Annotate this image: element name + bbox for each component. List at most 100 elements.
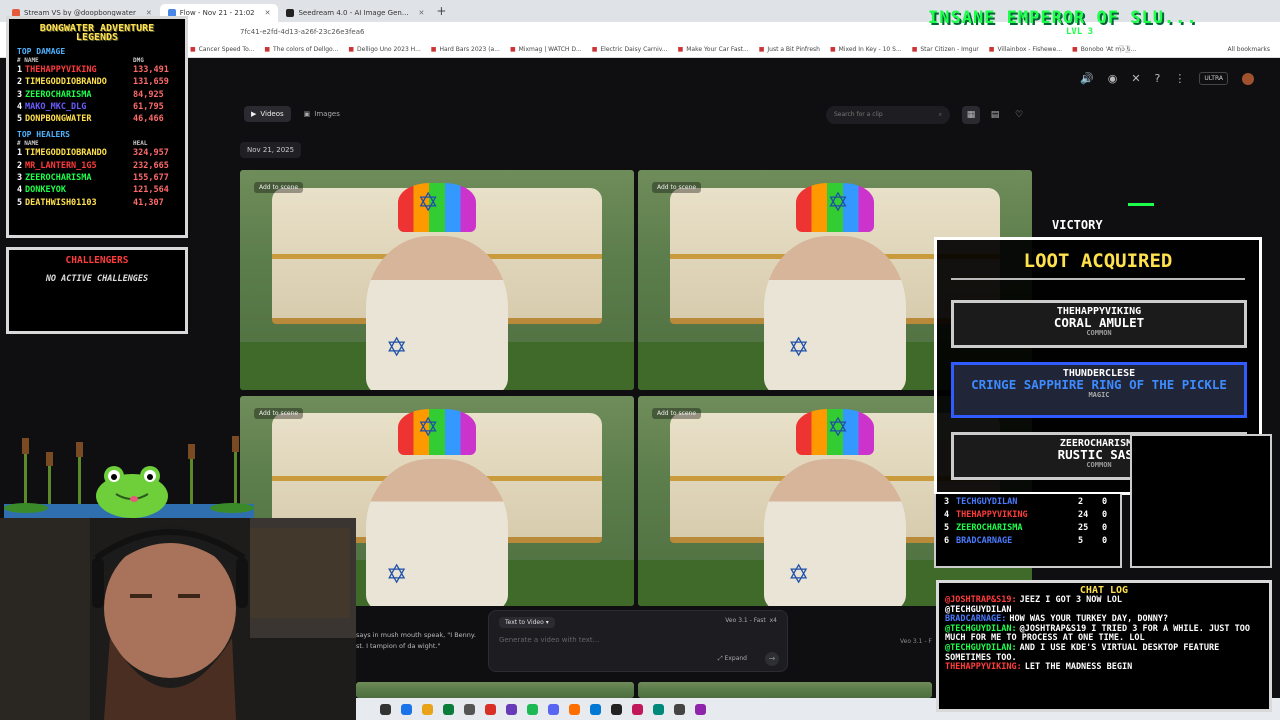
chat-text: LET THE MADNESS BEGIN: [1024, 662, 1133, 673]
tab-label: Seedream 4.0 - AI Image Gen...: [298, 8, 409, 17]
column-header: DMG: [133, 57, 144, 64]
app-icon[interactable]: [590, 703, 601, 715]
bookmark-item[interactable]: The colors of Dellgo...: [264, 46, 338, 53]
score-row: 5 ZEEROCHARISMA 25 0: [936, 522, 1120, 535]
add-to-scene-button[interactable]: Add to scene: [254, 408, 304, 419]
more-icon[interactable]: ⋮: [1174, 72, 1185, 85]
app-icon[interactable]: [443, 703, 454, 715]
video-thumbnail: [356, 682, 634, 698]
prompt-input[interactable]: Generate a video with text...: [499, 636, 599, 644]
all-bookmarks-button[interactable]: All bookmarks: [1227, 46, 1270, 53]
row-rank: 4: [17, 101, 23, 112]
star-icon: ✡: [787, 332, 810, 363]
bookmark-item[interactable]: Just a Bit Pinfresh: [759, 46, 820, 53]
tab-label: Flow - Nov 21 - 21:02: [179, 8, 255, 17]
bookmark-item[interactable]: Mixmag | WATCH D...: [510, 46, 582, 53]
favorites-button[interactable]: ♡: [1010, 106, 1028, 124]
loot-rarity: MAGIC: [1088, 391, 1110, 399]
score-row: 6 BRADCARNAGE 5 0: [936, 535, 1120, 548]
app-icon[interactable]: [506, 703, 517, 715]
loot-item: THUNDERCLESE CRINGE SAPPHIRE RING OF THE…: [951, 362, 1247, 418]
score-name: THEHAPPYVIKING: [956, 510, 1028, 520]
video-card[interactable]: [638, 682, 932, 698]
chevron-down-icon: ▾: [545, 619, 549, 626]
app-icon[interactable]: [611, 703, 622, 715]
volume-icon[interactable]: 🔊: [1080, 72, 1094, 85]
start-icon[interactable]: [380, 703, 391, 715]
score-rank: 6: [944, 536, 950, 546]
leaderboard-row: 1 THEHAPPYVIKING 133,491: [9, 64, 185, 76]
prompt-box[interactable]: Text to Video ▾ Veo 3.1 - Fast x4 Genera…: [488, 610, 788, 672]
avatar[interactable]: [1242, 72, 1254, 85]
app-icon[interactable]: [695, 703, 706, 715]
app-icon[interactable]: [464, 703, 475, 715]
column-header: HEAL: [133, 140, 148, 148]
browser-tab[interactable]: Seedream 4.0 - AI Image Gen... ✕: [278, 4, 432, 22]
mode-dropdown[interactable]: Text to Video ▾: [499, 617, 555, 628]
leaderboard-panel: BONGWATER ADVENTURE LEGENDS TOP DAMAGE # …: [6, 16, 188, 238]
bookmark-item[interactable]: Delligo Uno 2023 H...: [348, 46, 421, 53]
video-card[interactable]: ✡ ✡ Add to scene: [240, 170, 634, 390]
health-bar: [1128, 203, 1154, 206]
row-name: DEATHWISH01103: [25, 197, 97, 208]
app-icon[interactable]: [422, 703, 433, 715]
image-icon: ▣: [303, 110, 311, 118]
new-tab-button[interactable]: +: [436, 4, 446, 18]
row-rank: 3: [17, 89, 23, 100]
chat-username: @TECHGUYDILAN:: [945, 623, 1017, 634]
bookmark-item[interactable]: Hard Bars 2023 (a...: [431, 46, 499, 53]
discord-icon[interactable]: ◉: [1108, 72, 1118, 85]
game-level: LVL 3: [1066, 27, 1094, 37]
chat-username: @TECHGUYDILAN: [945, 604, 1012, 615]
prompt-caption: says in mush mouth speak, "I Benny. st. …: [356, 630, 476, 652]
leaderboard-row: 3 ZEEROCHARISMA 155,677: [9, 172, 185, 184]
app-icon[interactable]: [632, 703, 643, 715]
chat-message: @TECHGUYDILAN: AND I USE KDE'S VIRTUAL DE…: [939, 643, 1269, 663]
app-icon[interactable]: [527, 703, 538, 715]
model-label: Veo 3.1 - Fast: [725, 617, 766, 624]
grid-view-button[interactable]: ▦: [962, 106, 980, 124]
help-icon[interactable]: ?: [1155, 72, 1161, 85]
app-icon[interactable]: [653, 703, 664, 715]
close-icon[interactable]: ✕: [419, 9, 425, 17]
add-to-scene-button[interactable]: Add to scene: [652, 408, 702, 419]
model-label: Veo 3.1 - F: [900, 638, 932, 645]
model-selector[interactable]: Veo 3.1 - Fast x4: [725, 617, 777, 624]
row-rank: 1: [17, 148, 23, 159]
row-value: 41,307: [133, 197, 164, 208]
tab-videos[interactable]: ▶ Videos: [244, 106, 291, 122]
video-icon: ▶: [251, 110, 257, 118]
list-view-button[interactable]: ▤: [986, 106, 1004, 124]
chat-username: BRADCARNAGE:: [945, 614, 1007, 625]
tab-images[interactable]: ▣ Images: [297, 106, 347, 122]
column-header: # NAME: [17, 57, 39, 64]
loot-name: CRINGE SAPPHIRE RING OF THE PICKLE: [971, 377, 1227, 392]
bookmark-item[interactable]: Make Your Car Fast...: [678, 46, 748, 53]
add-to-scene-button[interactable]: Add to scene: [652, 182, 702, 193]
bookmark-item[interactable]: Star Citizen - Imgur: [912, 46, 978, 53]
add-to-scene-button[interactable]: Add to scene: [254, 182, 304, 193]
video-card[interactable]: [356, 682, 634, 698]
loot-name: CORAL AMULET: [1053, 315, 1145, 330]
app-icon[interactable]: [548, 703, 559, 715]
bookmark-item[interactable]: Electric Daisy Carniv...: [592, 46, 667, 53]
star-icon: ✡: [827, 412, 849, 443]
app-icon[interactable]: [569, 703, 580, 715]
top-right-toolbar: 🔊 ◉ ✕ ? ⋮ ULTRA: [1080, 72, 1254, 85]
chat-log-panel: CHAT LOG @JOSHTRAP&S19: JEEZ I GOT 3 NOW …: [936, 580, 1272, 712]
bookmark-item[interactable]: Cancer Speed To...: [190, 46, 255, 53]
app-icon[interactable]: [674, 703, 685, 715]
x-icon[interactable]: ✕: [1131, 72, 1140, 85]
frog-icon: [96, 466, 168, 518]
search-input[interactable]: Search for a clip ⌕: [826, 106, 950, 124]
close-icon[interactable]: ✕: [265, 9, 271, 17]
expand-button[interactable]: ⤢ Expand: [718, 655, 747, 663]
chat-username: THEHAPPYVIKING:: [945, 662, 1022, 673]
send-button[interactable]: →: [765, 652, 779, 666]
leaderboard-row: 5 DONPBONGWATER 46,466: [9, 113, 185, 125]
bookmark-item[interactable]: Mixed In Key - 10 S...: [830, 46, 902, 53]
bookmark-item[interactable]: Villainbox - Fishewe...: [989, 46, 1062, 53]
app-icon[interactable]: [401, 703, 412, 715]
victory-label: VICTORY: [1052, 218, 1103, 232]
app-icon[interactable]: [485, 703, 496, 715]
